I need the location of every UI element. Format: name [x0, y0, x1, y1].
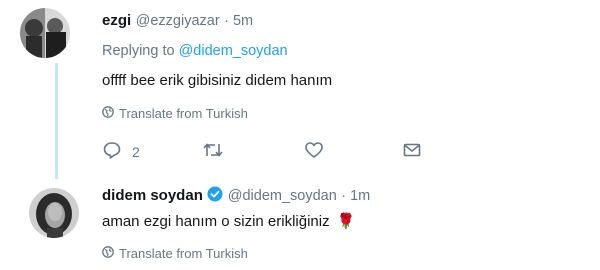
- globe-icon: [102, 246, 114, 261]
- avatar-didem-soydan[interactable]: [29, 188, 79, 238]
- rose-emoji: 🌹: [336, 213, 356, 230]
- tweet-time[interactable]: · 1m: [341, 188, 370, 204]
- translate-link[interactable]: Translate from Turkish: [102, 246, 248, 261]
- tweet-header: ezgi @ezzgiyazar · 5m: [102, 12, 253, 30]
- tweet-time[interactable]: · 5m: [224, 13, 253, 29]
- reply-icon: [102, 140, 122, 163]
- reply-context: Replying to @didem_soydan: [102, 43, 288, 59]
- tweet-actions: 2: [102, 140, 432, 164]
- envelope-icon: [402, 140, 422, 163]
- user-handle[interactable]: @ezzgiyazar: [136, 13, 220, 29]
- globe-icon: [102, 106, 114, 121]
- like-button[interactable]: [304, 140, 324, 163]
- retweet-button[interactable]: [202, 140, 224, 163]
- retweet-icon: [202, 140, 224, 163]
- tweet-text: aman ezgi hanım o sizin erikliğiniz 🌹: [102, 212, 355, 230]
- avatar-ezgi[interactable]: [20, 8, 70, 58]
- translate-link[interactable]: Translate from Turkish: [102, 106, 248, 121]
- display-name[interactable]: didem soydan: [102, 187, 203, 204]
- thread-connector-line: [55, 63, 58, 179]
- reply-to-link[interactable]: @didem_soydan: [179, 43, 288, 59]
- translate-label: Translate from Turkish: [119, 246, 248, 261]
- translate-label: Translate from Turkish: [119, 106, 248, 121]
- dm-button[interactable]: [402, 140, 422, 163]
- tweet-text-content: aman ezgi hanım o sizin erikliğiniz: [102, 213, 330, 230]
- reply-count: 2: [132, 143, 140, 160]
- display-name[interactable]: ezgi: [102, 12, 131, 29]
- reply-prefix-label: Replying to: [102, 43, 175, 59]
- tweet-text: offff bee erik gibisiniz didem hanım: [102, 72, 333, 89]
- heart-icon: [304, 140, 324, 163]
- user-handle[interactable]: @didem_soydan: [228, 188, 337, 204]
- verified-badge-icon: [207, 186, 223, 207]
- tweet-header: didem soydan @didem_soydan · 1m: [102, 186, 370, 207]
- reply-button[interactable]: 2: [102, 140, 140, 163]
